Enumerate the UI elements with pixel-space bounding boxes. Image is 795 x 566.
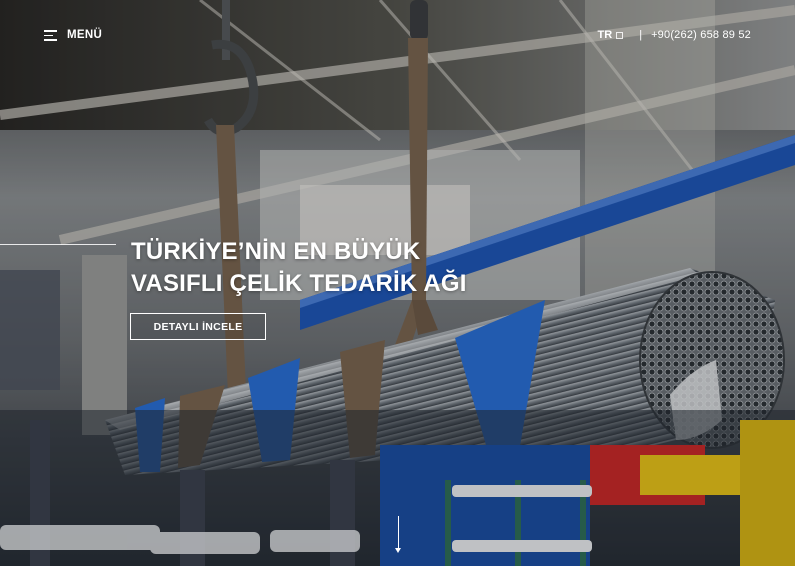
hamburger-icon — [44, 29, 57, 41]
hero-title-line-2: VASIFLI ÇELİK TEDARİK AĞI — [131, 270, 467, 297]
scroll-down-indicator[interactable] — [395, 516, 401, 556]
header-separator: | — [639, 29, 643, 41]
hero-decorative-line — [0, 244, 116, 245]
details-button[interactable]: DETAYLI İNCELE — [130, 313, 266, 340]
hero-title: TÜRKİYE’NİN EN BÜYÜK VASIFLI ÇELİK TEDAR… — [131, 236, 467, 300]
hero-title-line-1: TÜRKİYE’NİN EN BÜYÜK — [131, 238, 421, 265]
phone-link[interactable]: +90(262) 658 89 52 — [651, 29, 751, 41]
menu-label: MENÜ — [67, 29, 103, 41]
square-icon — [616, 31, 624, 39]
language-label: TR — [597, 29, 613, 41]
top-navigation-bar: MENÜ TR | +90(262) 658 89 52 — [0, 0, 795, 72]
arrow-down-icon — [398, 516, 399, 550]
language-switcher[interactable]: TR — [598, 29, 624, 41]
header-right-bar: TR | +90(262) 658 89 52 — [598, 29, 751, 41]
menu-button[interactable]: MENÜ — [44, 29, 102, 41]
